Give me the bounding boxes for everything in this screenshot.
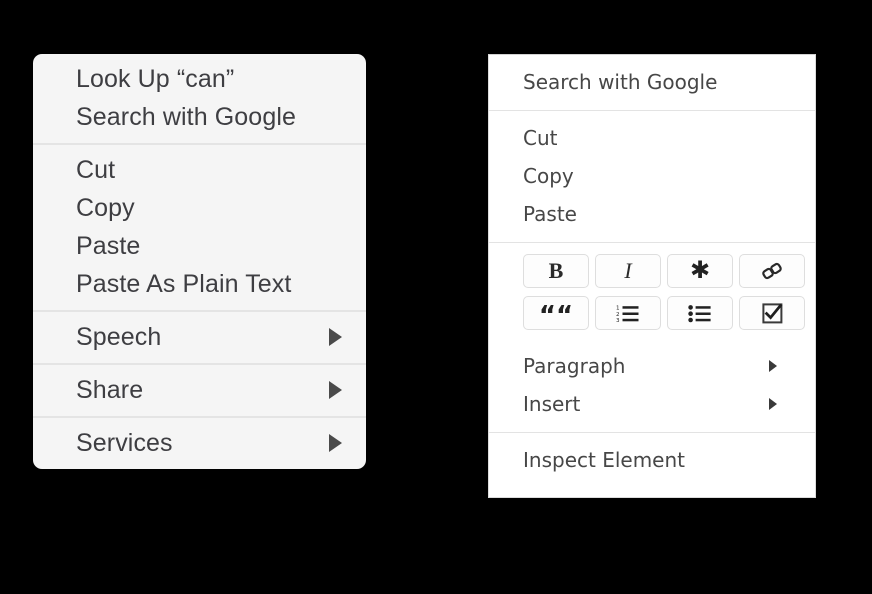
browser-menu-item-label: Search with Google (523, 70, 718, 94)
italic-icon: I (624, 258, 632, 283)
browser-menu-item-inspect-element[interactable]: Inspect Element (489, 441, 815, 479)
browser-menu-item-label: Copy (523, 164, 574, 188)
bold-button[interactable]: B (523, 254, 589, 288)
macos-menu-item-label: Services (76, 429, 173, 457)
browser-menu-group-submenus: Paragraph Insert (489, 338, 815, 432)
submenu-arrow-icon (329, 328, 342, 346)
ordered-list-icon: 1 2 3 (616, 304, 640, 323)
blockquote-button[interactable]: ““ (523, 296, 589, 330)
italic-button[interactable]: I (595, 254, 661, 288)
macos-menu-group-clipboard: Cut Copy Paste Paste As Plain Text (33, 145, 366, 310)
macos-menu-item-services[interactable]: Services (33, 424, 366, 462)
macos-menu-group-speech: Speech (33, 312, 366, 363)
browser-menu-group-inspect: Inspect Element (489, 433, 815, 488)
macos-menu-item-label: Share (76, 376, 144, 404)
asterisk-button[interactable]: ✱ (667, 254, 733, 288)
browser-menu-item-label: Paste (523, 202, 577, 226)
browser-menu-item-label: Insert (523, 392, 581, 416)
macos-menu-item-paste-as-plain-text[interactable]: Paste As Plain Text (33, 265, 366, 303)
submenu-arrow-icon (329, 381, 342, 399)
macos-menu-item-label: Speech (76, 323, 162, 351)
browser-menu-item-paragraph[interactable]: Paragraph (489, 347, 815, 385)
checklist-button[interactable] (739, 296, 805, 330)
browser-menu-item-label: Inspect Element (523, 448, 685, 472)
macos-menu-group-services: Services (33, 418, 366, 469)
submenu-arrow-icon (769, 360, 777, 372)
macos-menu-item-label: Copy (76, 194, 135, 222)
checklist-icon (761, 302, 783, 324)
browser-menu-item-search-with-google[interactable]: Search with Google (489, 63, 815, 101)
macos-menu-group-share: Share (33, 365, 366, 416)
macos-menu-item-label: Paste As Plain Text (76, 270, 292, 298)
macos-menu-item-label: Paste (76, 232, 141, 260)
macos-menu-group-lookup: Look Up “can” Search with Google (33, 54, 366, 143)
formatting-toolbar: B I ✱ ““ 1 2 3 (489, 243, 815, 338)
link-button[interactable] (739, 254, 805, 288)
browser-menu-group-search: Search with Google (489, 55, 815, 110)
macos-menu-item-speech[interactable]: Speech (33, 318, 366, 356)
macos-context-menu: Look Up “can” Search with Google Cut Cop… (33, 54, 366, 469)
macos-menu-item-share[interactable]: Share (33, 371, 366, 409)
macos-menu-item-paste[interactable]: Paste (33, 227, 366, 265)
blockquote-icon: ““ (538, 301, 574, 331)
browser-menu-group-clipboard: Cut Copy Paste (489, 111, 815, 242)
bold-icon: B (548, 258, 564, 283)
submenu-arrow-icon (769, 398, 777, 410)
macos-menu-item-label: Look Up “can” (76, 65, 235, 93)
macos-menu-item-copy[interactable]: Copy (33, 189, 366, 227)
bulleted-list-icon (688, 304, 712, 323)
browser-menu-item-label: Paragraph (523, 354, 626, 378)
macos-menu-item-cut[interactable]: Cut (33, 151, 366, 189)
macos-menu-item-search-with-google[interactable]: Search with Google (33, 98, 366, 136)
browser-menu-item-label: Cut (523, 126, 558, 150)
browser-menu-item-copy[interactable]: Copy (489, 157, 815, 195)
macos-menu-item-label: Search with Google (76, 103, 296, 131)
browser-menu-item-insert[interactable]: Insert (489, 385, 815, 423)
submenu-arrow-icon (329, 434, 342, 452)
browser-context-menu: Search with Google Cut Copy Paste B I ✱ (488, 54, 816, 498)
browser-menu-item-cut[interactable]: Cut (489, 119, 815, 157)
asterisk-icon: ✱ (689, 256, 711, 284)
ordered-list-button[interactable]: 1 2 3 (595, 296, 661, 330)
svg-text:1: 1 (616, 305, 620, 311)
browser-menu-item-paste[interactable]: Paste (489, 195, 815, 233)
svg-text:3: 3 (616, 318, 620, 323)
link-icon (761, 262, 783, 280)
macos-menu-item-label: Cut (76, 156, 116, 184)
macos-menu-item-look-up[interactable]: Look Up “can” (33, 60, 366, 98)
bulleted-list-button[interactable] (667, 296, 733, 330)
svg-text:2: 2 (616, 311, 620, 317)
